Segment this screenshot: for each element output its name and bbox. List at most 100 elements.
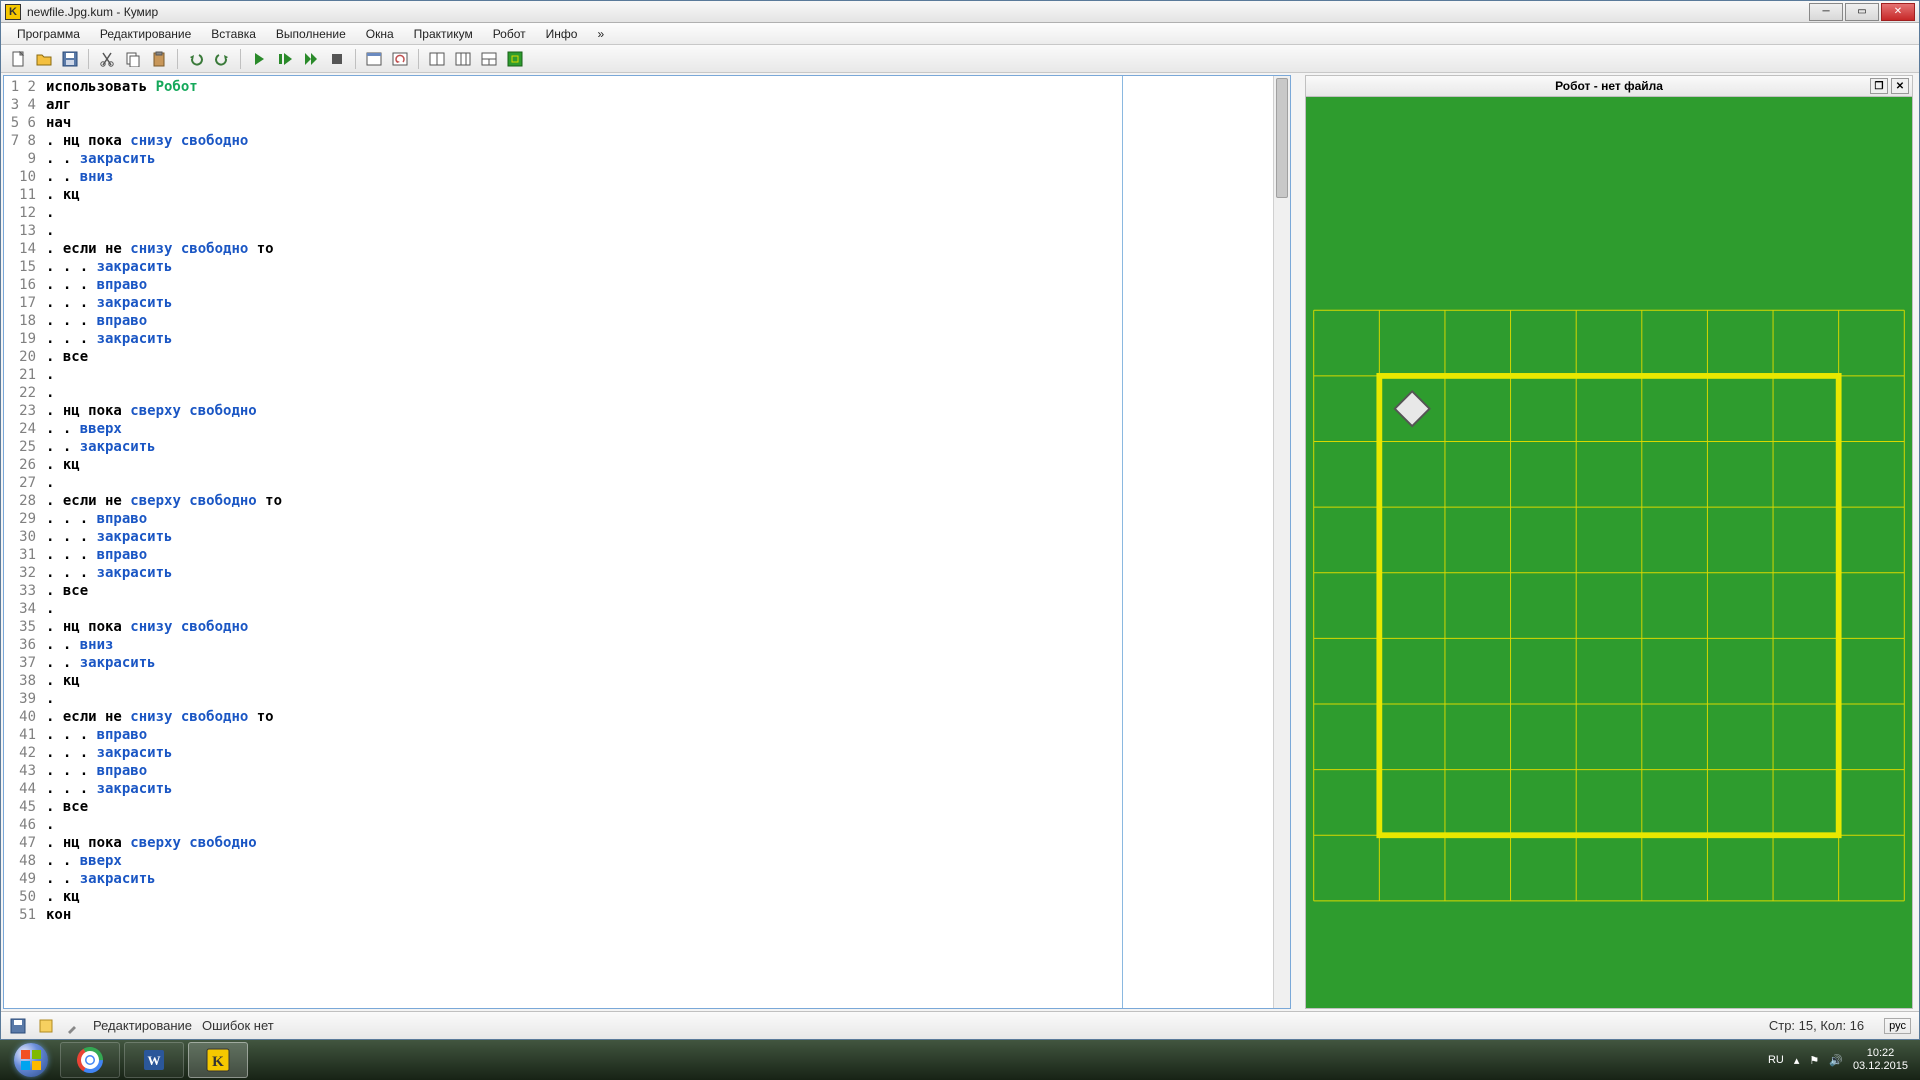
tray-flag-icon[interactable]: ⚑ (1809, 1054, 1819, 1067)
tray-lang[interactable]: RU (1768, 1054, 1784, 1066)
copy-icon (125, 51, 141, 67)
actor-reset-icon (392, 51, 408, 67)
status-errors: Ошибок нет (202, 1018, 274, 1033)
minimize-button[interactable]: ─ (1809, 3, 1843, 21)
toolbar-paste[interactable] (148, 48, 170, 70)
statusbar: Редактирование Ошибок нет Стр: 15, Кол: … (1, 1011, 1919, 1039)
toolbar-run-fast[interactable] (300, 48, 322, 70)
editor-pane: 1 2 3 4 5 6 7 8 9 10 11 12 13 14 15 16 1… (1, 73, 1297, 1011)
new-file-icon (10, 51, 26, 67)
toolbar-separator (240, 49, 241, 69)
actor-window-icon (366, 51, 382, 67)
kumir-icon: K (205, 1047, 231, 1073)
menu-1[interactable]: Редактирование (90, 24, 201, 44)
menu-5[interactable]: Практикум (404, 24, 483, 44)
svg-text:W: W (148, 1053, 161, 1068)
toolbar-separator (355, 49, 356, 69)
cut-icon (99, 51, 115, 67)
robot-pane: Робот - нет файла ❐ ✕ (1305, 73, 1919, 1011)
taskbar-word[interactable]: W (124, 1042, 184, 1078)
tray-time: 10:22 (1853, 1047, 1908, 1060)
vertical-scrollbar[interactable] (1273, 76, 1290, 1008)
close-button[interactable]: ✕ (1881, 3, 1915, 21)
menubar: ПрограммаРедактированиеВставкаВыполнение… (1, 23, 1919, 45)
tray-chevron-icon[interactable]: ▴ (1794, 1054, 1800, 1067)
editor-right-margin (1123, 76, 1273, 1008)
toolbar-open-file[interactable] (33, 48, 55, 70)
titlebar: K newfile.Jpg.kum - Кумир ─ ▭ ✕ (1, 1, 1919, 23)
robot-env-icon (507, 51, 523, 67)
toolbar-robot-env[interactable] (504, 48, 526, 70)
splitter[interactable] (1297, 73, 1305, 1011)
toolbar-copy[interactable] (122, 48, 144, 70)
redo-icon (214, 51, 230, 67)
chrome-icon (77, 1047, 103, 1073)
open-file-icon (36, 51, 52, 67)
app-window: K newfile.Jpg.kum - Кумир ─ ▭ ✕ Программ… (0, 0, 1920, 1040)
menu-3[interactable]: Выполнение (266, 24, 356, 44)
menu-0[interactable]: Программа (7, 24, 90, 44)
toolbar-stop[interactable] (326, 48, 348, 70)
toolbar-new-file[interactable] (7, 48, 29, 70)
toolbar-layout-2[interactable] (452, 48, 474, 70)
status-book-icon[interactable] (37, 1017, 55, 1035)
windows-logo-icon (14, 1043, 48, 1077)
code-editor[interactable]: 1 2 3 4 5 6 7 8 9 10 11 12 13 14 15 16 1… (3, 75, 1291, 1009)
status-mode: Редактирование (93, 1018, 192, 1033)
status-tool-icon[interactable] (65, 1017, 83, 1035)
robot-maximize-button[interactable]: ❐ (1870, 78, 1888, 94)
toolbar-layout-3[interactable] (478, 48, 500, 70)
code-area[interactable]: использовать Робот алг нач . нц пока сни… (42, 76, 1122, 1008)
tray-date: 03.12.2015 (1853, 1060, 1908, 1073)
robot-close-button[interactable]: ✕ (1891, 78, 1909, 94)
step-icon (277, 51, 293, 67)
tray-sound-icon[interactable]: 🔊 (1829, 1054, 1843, 1067)
maximize-button[interactable]: ▭ (1845, 3, 1879, 21)
save-file-icon (62, 51, 78, 67)
toolbar-separator (418, 49, 419, 69)
scrollbar-thumb[interactable] (1276, 78, 1288, 198)
robot-field[interactable] (1305, 97, 1913, 1009)
taskbar: W K RU ▴ ⚑ 🔊 10:22 03.12.2015 (0, 1040, 1920, 1080)
status-cursor: Стр: 15, Кол: 16 (1769, 1018, 1864, 1033)
tray-clock[interactable]: 10:22 03.12.2015 (1853, 1047, 1908, 1073)
robot-panel-header: Робот - нет файла ❐ ✕ (1305, 75, 1913, 97)
toolbar-separator (88, 49, 89, 69)
status-lang-badge[interactable]: рус (1884, 1018, 1911, 1034)
layout-1-icon (429, 51, 445, 67)
menu-7[interactable]: Инфо (536, 24, 588, 44)
taskbar-kumir[interactable]: K (188, 1042, 248, 1078)
undo-icon (188, 51, 204, 67)
status-save-icon[interactable] (9, 1017, 27, 1035)
toolbar-separator (177, 49, 178, 69)
stop-icon (329, 51, 345, 67)
word-icon: W (141, 1047, 167, 1073)
menu-2[interactable]: Вставка (201, 24, 266, 44)
toolbar-layout-1[interactable] (426, 48, 448, 70)
toolbar-undo[interactable] (185, 48, 207, 70)
main-area: 1 2 3 4 5 6 7 8 9 10 11 12 13 14 15 16 1… (1, 73, 1919, 1011)
system-tray: RU ▴ ⚑ 🔊 10:22 03.12.2015 (1768, 1047, 1916, 1073)
toolbar-step[interactable] (274, 48, 296, 70)
start-button[interactable] (4, 1040, 58, 1080)
run-fast-icon (303, 51, 319, 67)
toolbar-actor-reset[interactable] (389, 48, 411, 70)
app-icon: K (5, 4, 21, 20)
paste-icon (151, 51, 167, 67)
taskbar-chrome[interactable] (60, 1042, 120, 1078)
line-gutter: 1 2 3 4 5 6 7 8 9 10 11 12 13 14 15 16 1… (4, 76, 42, 1008)
toolbar-redo[interactable] (211, 48, 233, 70)
svg-text:K: K (212, 1054, 224, 1070)
toolbar-cut[interactable] (96, 48, 118, 70)
toolbar-actor-window[interactable] (363, 48, 385, 70)
layout-2-icon (455, 51, 471, 67)
menu-4[interactable]: Окна (356, 24, 404, 44)
run-icon (251, 51, 267, 67)
toolbar-run[interactable] (248, 48, 270, 70)
window-title: newfile.Jpg.kum - Кумир (27, 5, 158, 19)
toolbar-save-file[interactable] (59, 48, 81, 70)
layout-3-icon (481, 51, 497, 67)
menu-6[interactable]: Робот (483, 24, 536, 44)
menu-8[interactable]: » (587, 24, 614, 44)
toolbar (1, 45, 1919, 73)
